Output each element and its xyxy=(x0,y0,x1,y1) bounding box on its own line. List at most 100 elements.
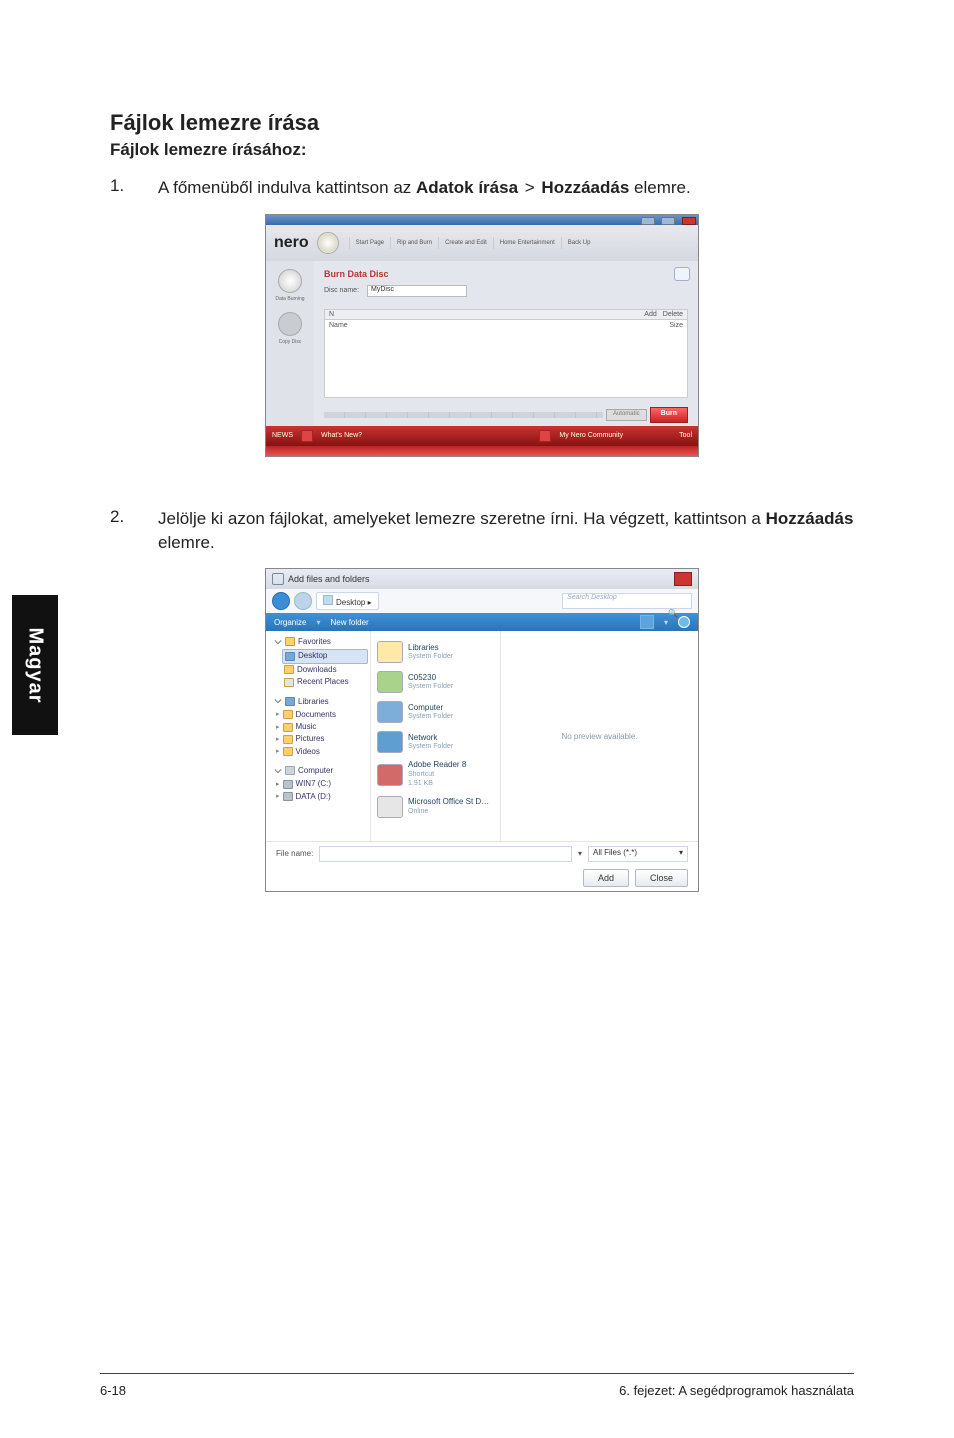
dropdown-icon[interactable]: ▾ xyxy=(578,849,582,858)
tool-label: Tool xyxy=(679,432,692,439)
help-icon[interactable] xyxy=(678,616,690,628)
page-number: 6-18 xyxy=(100,1383,126,1398)
computer-icon xyxy=(285,766,295,775)
maximize-icon[interactable] xyxy=(661,217,675,225)
delete-button[interactable]: Delete xyxy=(663,311,683,318)
star-icon xyxy=(285,637,295,646)
b: Hozzáadás xyxy=(541,178,629,197)
filename-input[interactable] xyxy=(319,846,572,862)
nav-desktop[interactable]: Desktop xyxy=(298,651,327,661)
list-item[interactable]: ComputerSystem Folder xyxy=(375,697,500,727)
folder-icon xyxy=(284,665,294,674)
chevron-down-icon[interactable] xyxy=(274,638,282,646)
add-files-dialog: Add files and folders Desktop ▸ Search D… xyxy=(265,568,699,892)
nav-music[interactable]: Music xyxy=(296,722,317,732)
list-item[interactable]: LibrariesSystem Folder xyxy=(375,637,500,667)
step-2: 2. Jelölje ki azon fájlokat, amelyeket l… xyxy=(110,507,854,555)
chevron-down-icon[interactable] xyxy=(274,767,282,775)
forward-icon[interactable] xyxy=(294,592,312,610)
nav-recent[interactable]: Recent Places xyxy=(297,677,349,687)
step-1: 1. A főmenüből indulva kattintson az Ada… xyxy=(110,176,854,200)
b: Adatok írása xyxy=(416,178,518,197)
file-filter-select[interactable]: All Files (*.*) ▾ xyxy=(588,846,688,862)
organize-menu[interactable]: Organize xyxy=(274,618,306,627)
rss-icon[interactable] xyxy=(301,430,313,442)
list-item[interactable]: Microsoft Office St D…Online xyxy=(375,792,500,822)
chevron-right-icon[interactable]: ▸ xyxy=(276,710,280,719)
tab-create[interactable]: Create and Edit xyxy=(438,237,493,249)
add-button[interactable]: Add xyxy=(644,311,656,318)
cancel-button[interactable]: Close xyxy=(635,869,688,887)
page-title: Fájlok lemezre írása xyxy=(110,110,854,136)
nero-logo: nero xyxy=(274,234,309,252)
chevron-down-icon[interactable] xyxy=(274,697,282,705)
desktop-icon xyxy=(323,595,333,605)
chevron-right-icon[interactable]: ▸ xyxy=(276,747,280,756)
pdf-icon xyxy=(377,764,403,786)
auto-button[interactable]: Automatic xyxy=(606,409,647,421)
nav-computer[interactable]: Computer xyxy=(298,766,333,775)
search-input[interactable]: Search Desktop xyxy=(562,593,692,609)
item-name: Adobe Reader 8 xyxy=(408,760,466,769)
chevron-right-icon[interactable]: ▸ xyxy=(276,780,280,789)
item-name: C05230 xyxy=(408,673,436,682)
burn-title: Burn Data Disc xyxy=(324,269,688,279)
view-icon[interactable] xyxy=(640,615,654,629)
language-tab: Magyar xyxy=(12,595,58,735)
size-scale xyxy=(324,412,603,418)
whats-new[interactable]: What's New? xyxy=(321,432,362,439)
minimize-icon[interactable] xyxy=(641,217,655,225)
recent-icon xyxy=(284,678,294,687)
close-icon[interactable] xyxy=(682,217,696,225)
chevron-right-icon[interactable]: ▸ xyxy=(276,723,280,732)
data-burning-icon[interactable] xyxy=(278,269,302,293)
breadcrumb[interactable]: Desktop xyxy=(336,598,365,607)
close-icon[interactable] xyxy=(674,572,692,586)
nav-pictures[interactable]: Pictures xyxy=(296,734,325,744)
copy-disc-icon[interactable] xyxy=(278,312,302,336)
chevron-right-icon[interactable]: ▸ xyxy=(276,792,280,801)
tab-home[interactable]: Home Entertainment xyxy=(493,237,561,249)
nav-favorites[interactable]: Favorites xyxy=(298,637,331,646)
file-list[interactable]: LibrariesSystem Folder C05230System Fold… xyxy=(371,631,501,841)
back-icon[interactable] xyxy=(272,592,290,610)
nav-videos[interactable]: Videos xyxy=(296,747,320,757)
item-sub: System Folder xyxy=(408,743,453,750)
item-size: 1.91 KB xyxy=(408,780,433,787)
burn-button[interactable]: Burn xyxy=(650,407,688,423)
filename-label: File name: xyxy=(276,849,313,858)
nav-downloads[interactable]: Downloads xyxy=(297,665,337,675)
list-item[interactable]: Adobe Reader 8Shortcut1.91 KB xyxy=(375,757,500,791)
col-name: Name xyxy=(329,322,348,329)
disc-name-label: Disc name: xyxy=(324,287,359,294)
list-item[interactable]: C05230System Folder xyxy=(375,667,500,697)
search-icon: 🔍 xyxy=(668,609,678,618)
nav-data[interactable]: DATA (D:) xyxy=(296,792,331,802)
nav-documents[interactable]: Documents xyxy=(296,710,336,720)
chevron-right-icon[interactable]: ▸ xyxy=(276,735,280,744)
b: Hozzáadás xyxy=(766,509,854,528)
rss-icon[interactable] xyxy=(539,430,551,442)
tab-backup[interactable]: Back Up xyxy=(561,237,597,249)
nav-libraries[interactable]: Libraries xyxy=(298,697,329,706)
add-button[interactable]: Add xyxy=(583,869,629,887)
tab-start[interactable]: Start Page xyxy=(349,237,390,249)
community-link[interactable]: My Nero Community xyxy=(559,432,623,439)
list-item[interactable]: NetworkSystem Folder xyxy=(375,727,500,757)
col-size: Size xyxy=(669,322,683,329)
tab-rip[interactable]: Rip and Burn xyxy=(390,237,438,249)
step-text: Jelölje ki azon fájlokat, amelyeket leme… xyxy=(158,507,854,555)
language-label: Magyar xyxy=(24,627,47,703)
footer-rule xyxy=(100,1373,854,1374)
item-name: Microsoft Office St D… xyxy=(408,797,489,806)
step-text: A főmenüből indulva kattintson az Adatok… xyxy=(158,176,854,200)
nav-win7[interactable]: WIN7 (C:) xyxy=(296,779,332,789)
titlebar xyxy=(266,215,698,225)
help-icon[interactable] xyxy=(674,267,690,281)
t: A főmenüből indulva kattintson az xyxy=(158,178,416,197)
t: elemre. xyxy=(629,178,690,197)
desktop-icon xyxy=(285,652,295,661)
disc-name-input[interactable]: MyDisc xyxy=(367,285,467,297)
new-folder-button[interactable]: New folder xyxy=(330,618,368,627)
network-icon xyxy=(377,731,403,753)
